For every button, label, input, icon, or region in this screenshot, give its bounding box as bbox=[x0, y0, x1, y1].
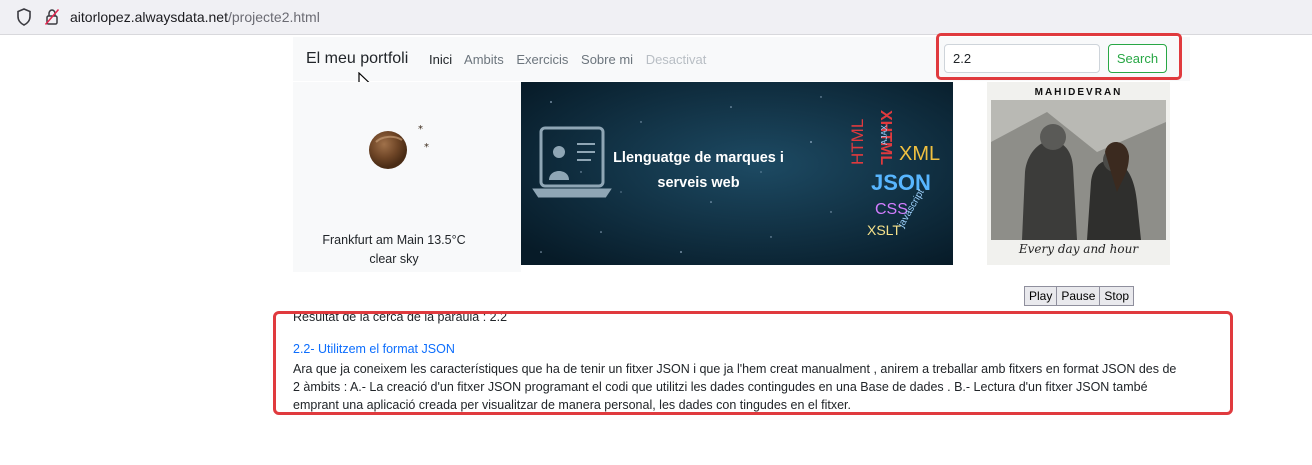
nav-link-inici[interactable]: Inici bbox=[429, 52, 452, 67]
word-ajax: AJAX bbox=[880, 124, 889, 145]
nav-link-sobre-mi[interactable]: Sobre mi bbox=[581, 52, 633, 67]
url-domain: aitorlopez.alwaysdata.net bbox=[70, 9, 228, 25]
browser-address-bar[interactable]: aitorlopez.alwaysdata.net/projecte2.html bbox=[0, 0, 1312, 35]
nav-link-exercicis[interactable]: Exercicis bbox=[516, 52, 568, 67]
banner-title-line2: serveis web bbox=[657, 175, 740, 191]
navbar-brand[interactable]: El meu portfoli bbox=[306, 50, 408, 68]
audio-controls: Play Pause Stop bbox=[1024, 286, 1135, 306]
weather-moon-icon: * * bbox=[369, 124, 429, 169]
banner-title-line1: Llenguatge de marques i bbox=[613, 150, 784, 166]
nav-link-desactivat: Desactivat bbox=[645, 52, 707, 67]
album-cover-image: MAHIDEVRAN Every day and hour bbox=[987, 82, 1170, 265]
banner-title: Llenguatge de marques i serveis web bbox=[591, 146, 806, 196]
stop-button[interactable]: Stop bbox=[1099, 286, 1135, 306]
play-button[interactable]: Play bbox=[1024, 286, 1058, 306]
svg-text:*: * bbox=[424, 142, 429, 153]
insecure-lock-icon[interactable] bbox=[44, 8, 60, 26]
course-banner-image: Llenguatge de marques i serveis web XHTM… bbox=[521, 82, 953, 265]
album-tagline: Every day and hour bbox=[1018, 242, 1139, 256]
album-artist: MAHIDEVRAN bbox=[1034, 87, 1123, 98]
shield-icon[interactable] bbox=[16, 8, 32, 26]
svg-text:*: * bbox=[418, 124, 423, 135]
nav-links: Inici Ambits Exercicis Sobre mi Desactiv… bbox=[429, 52, 715, 67]
weather-description: clear sky bbox=[369, 252, 419, 266]
url-text[interactable]: aitorlopez.alwaysdata.net/projecte2.html bbox=[70, 9, 320, 25]
url-path: /projecte2.html bbox=[228, 9, 320, 25]
results-highlight-box bbox=[273, 311, 1233, 415]
word-xml: XML bbox=[899, 143, 940, 165]
banner-word-cloud: XHTML XML JSON HTML CSS XSLT AJAX javasc… bbox=[848, 110, 940, 238]
weather-location-temp: Frankfurt am Main 13.5°C bbox=[322, 233, 466, 247]
search-highlight-box bbox=[936, 33, 1182, 80]
weather-text: Frankfurt am Main 13.5°C clear sky bbox=[293, 231, 495, 269]
pause-button[interactable]: Pause bbox=[1056, 286, 1101, 306]
nav-link-ambits[interactable]: Ambits bbox=[464, 52, 504, 67]
word-html: HTML bbox=[848, 119, 867, 165]
